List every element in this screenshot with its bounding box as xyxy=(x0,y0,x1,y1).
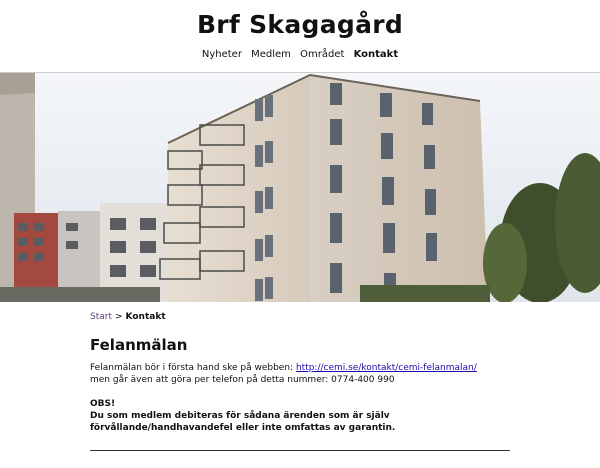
obs-line-1: Du som medlem debiteras för sådana ärend… xyxy=(90,411,390,421)
building-photo xyxy=(0,73,600,302)
nav-item-omradet[interactable]: Området xyxy=(300,49,344,60)
nav-item-kontakt[interactable]: Kontakt xyxy=(354,49,399,60)
obs-title: OBS! xyxy=(90,399,116,409)
intro-text: Felanmälan bör i första hand ske på webb… xyxy=(90,363,296,373)
breadcrumb-home-link[interactable]: Start xyxy=(90,312,112,322)
page-heading: Felanmälan xyxy=(90,336,188,354)
main-content: Start > Kontakt Felanmälan Felanmälan bör … xyxy=(90,312,520,434)
hero-image xyxy=(0,72,600,302)
felanmalan-link[interactable]: http://cemi.se/kontakt/cemi-felanmalan/ xyxy=(296,363,477,373)
phone-text: men går även att göra per telefon på det… xyxy=(90,375,395,385)
breadcrumb: Start > Kontakt xyxy=(90,312,520,322)
nav-item-nyheter[interactable]: Nyheter xyxy=(202,49,242,60)
main-nav: Nyheter Medlem Området Kontakt xyxy=(0,49,600,60)
obs-line-2: förvållande/handhavandefel eller inte om… xyxy=(90,423,396,433)
obs-notice: OBS! Du som medlem debiteras för sådana … xyxy=(90,398,520,434)
intro-paragraph: Felanmälan bör i första hand ske på webb… xyxy=(90,362,520,386)
site-title: Brf Skagagård xyxy=(196,10,404,39)
content-divider xyxy=(90,450,510,451)
breadcrumb-current: Kontakt xyxy=(125,312,166,322)
nav-item-medlem[interactable]: Medlem xyxy=(251,49,291,60)
breadcrumb-separator: > xyxy=(115,312,123,322)
